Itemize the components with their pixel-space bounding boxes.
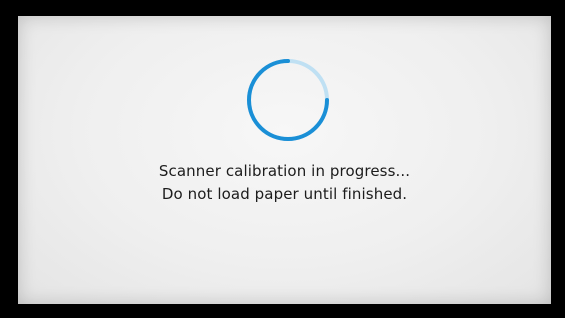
device-bezel: Scanner calibration in progress... Do no… bbox=[0, 0, 565, 318]
status-line-warning: Do not load paper until finished. bbox=[161, 185, 408, 203]
status-line-calibration: Scanner calibration in progress... bbox=[158, 162, 411, 180]
printer-display: Scanner calibration in progress... Do no… bbox=[18, 16, 551, 304]
status-message: Scanner calibration in progress... Do no… bbox=[18, 160, 551, 206]
loading-spinner-icon bbox=[247, 59, 329, 141]
